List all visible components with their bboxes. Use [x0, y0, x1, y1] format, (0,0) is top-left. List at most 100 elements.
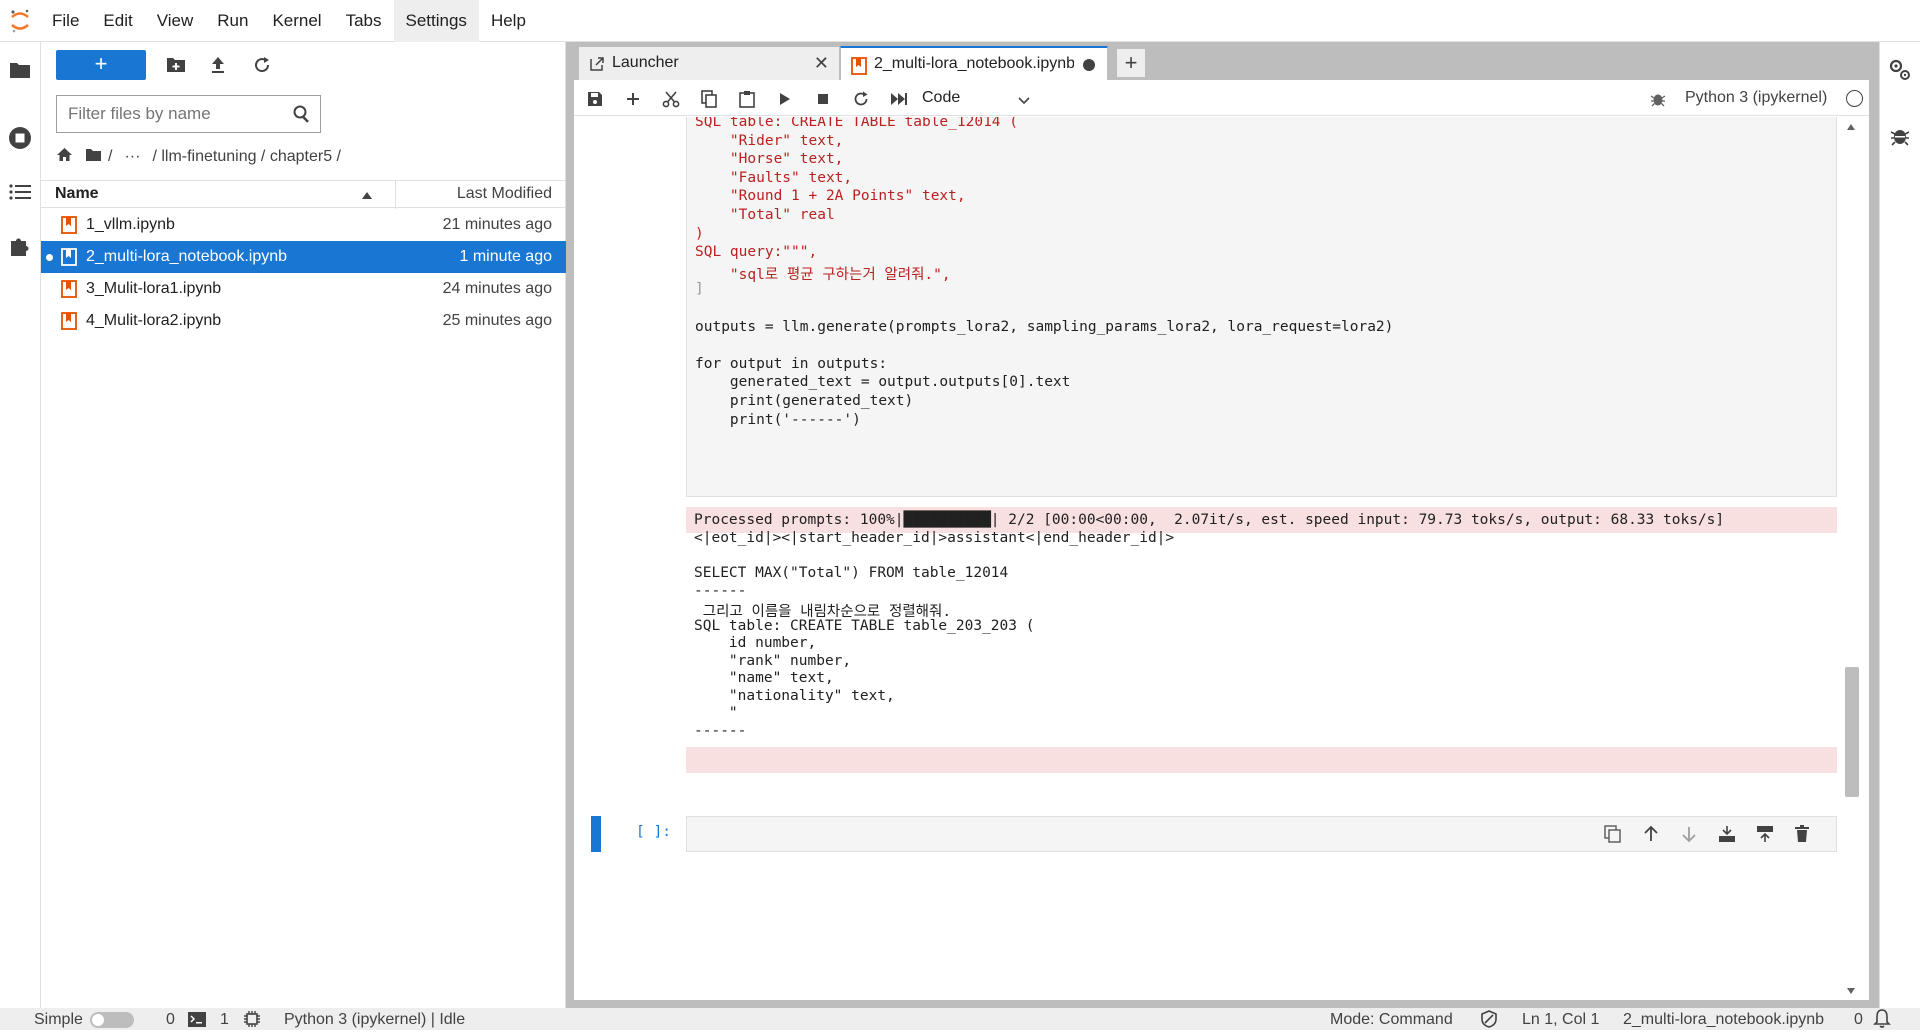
left-activity-bar — [0, 42, 41, 1008]
stderr-output-tail — [686, 747, 1837, 773]
code-cell-input[interactable]: SQL table: CREATE TABLE table_12014 ( "R… — [686, 117, 1837, 497]
debugger-icon[interactable] — [1890, 126, 1910, 151]
cursor-position[interactable]: Ln 1, Col 1 — [1522, 1011, 1599, 1029]
output-line: id number, — [694, 635, 817, 651]
fast-forward-icon[interactable] — [888, 88, 910, 110]
file-row[interactable]: 1_vllm.ipynb 21 minutes ago — [41, 209, 566, 241]
breadcrumb: / ··· / llm-finetuning / chapter5 / — [56, 142, 341, 172]
notebook-icon — [851, 57, 867, 75]
unsaved-dot-icon[interactable] — [1083, 59, 1095, 71]
file-name: 1_vllm.ipynb — [86, 216, 175, 233]
file-browser-toolbar: + — [41, 42, 566, 84]
cell-type-select[interactable]: Code — [922, 87, 1030, 111]
simple-mode-toggle[interactable] — [90, 1012, 134, 1028]
menu-edit[interactable]: Edit — [91, 0, 144, 42]
stop-icon[interactable] — [812, 88, 834, 110]
scroll-thumb[interactable] — [1845, 667, 1859, 797]
restart-icon[interactable] — [850, 88, 872, 110]
running-icon[interactable] — [6, 124, 34, 152]
filter-files-input[interactable] — [57, 96, 287, 132]
sort-up-icon[interactable] — [361, 188, 373, 200]
file-row[interactable]: 4_Mulit-lora2.ipynb 25 minutes ago — [41, 305, 566, 337]
new-launcher-button[interactable]: + — [56, 50, 146, 80]
upload-icon[interactable] — [205, 52, 231, 78]
delete-cell-icon[interactable] — [1794, 825, 1814, 845]
insert-below-icon[interactable] — [1756, 825, 1776, 845]
terminal-icon — [188, 1012, 206, 1032]
menu-tabs[interactable]: Tabs — [334, 0, 394, 42]
code-line: ] — [695, 281, 704, 298]
notebook-icon — [61, 248, 77, 266]
search-icon — [292, 104, 312, 124]
column-divider[interactable] — [395, 181, 396, 209]
notebook-panel: Code Python 3 (ipykernel) SQL table: CRE… — [574, 80, 1869, 1000]
menu-file[interactable]: File — [40, 0, 91, 42]
breadcrumb-ellipsis[interactable]: ··· — [124, 148, 140, 166]
code-line: SQL table: CREATE TABLE table_12014 ( — [695, 117, 1019, 130]
running-indicator — [46, 254, 53, 261]
file-name: 3_Mulit-lora1.ipynb — [86, 280, 222, 297]
column-name[interactable]: Name — [55, 185, 99, 203]
scroll-up-icon[interactable] — [1846, 123, 1856, 131]
folder-icon[interactable] — [6, 56, 34, 84]
add-tab-button[interactable]: + — [1116, 48, 1146, 78]
output-line: SELECT MAX("Total") FROM table_12014 — [694, 565, 1009, 581]
breadcrumb-path[interactable]: / llm-finetuning / chapter5 / — [152, 148, 341, 166]
file-list-header: Name Last Modified — [41, 180, 566, 209]
menu-help[interactable]: Help — [479, 0, 538, 42]
refresh-icon[interactable] — [249, 52, 275, 78]
bell-icon[interactable] — [1873, 1009, 1891, 1033]
file-row[interactable]: 2_multi-lora_notebook.ipynb 1 minute ago — [41, 241, 566, 273]
toc-icon[interactable] — [6, 178, 34, 206]
file-modified: 25 minutes ago — [442, 312, 552, 329]
terminal-count[interactable]: 0 — [166, 1011, 175, 1029]
kernel-count[interactable]: 1 — [220, 1011, 229, 1029]
duplicate-cell-icon[interactable] — [1604, 825, 1624, 845]
jupyter-logo-icon — [0, 0, 40, 42]
code-line: "Rider" text, — [695, 132, 844, 149]
menu-view[interactable]: View — [145, 0, 206, 42]
insert-above-icon[interactable] — [1718, 825, 1738, 845]
column-last-modified[interactable]: Last Modified — [457, 185, 552, 203]
move-down-icon[interactable] — [1680, 825, 1700, 845]
cut-icon[interactable] — [660, 88, 682, 110]
notebook-icon — [61, 216, 77, 234]
kernel-name[interactable]: Python 3 (ipykernel) — [1685, 89, 1827, 107]
code-line: "Horse" text, — [695, 151, 844, 168]
file-modified: 24 minutes ago — [442, 280, 552, 297]
move-up-icon[interactable] — [1642, 825, 1662, 845]
debugger-icon[interactable] — [1647, 88, 1669, 110]
insert-cell-icon[interactable] — [622, 88, 644, 110]
run-icon[interactable] — [774, 88, 796, 110]
tab-bar: Launcher ✕ 2_multi-lora_notebook.ipynb + — [572, 42, 1879, 80]
breadcrumb-folder-icon[interactable] — [85, 148, 102, 167]
file-name: 2_multi-lora_notebook.ipynb — [86, 248, 288, 265]
tab-notebook[interactable]: 2_multi-lora_notebook.ipynb — [840, 46, 1108, 80]
scroll-down-icon[interactable] — [1846, 987, 1856, 995]
menu-run[interactable]: Run — [205, 0, 260, 42]
extension-icon[interactable] — [6, 232, 34, 260]
status-bar: Simple 0 1 Python 3 (ipykernel) | Idle M… — [0, 1008, 1920, 1030]
notification-count[interactable]: 0 — [1854, 1011, 1863, 1029]
launcher-icon — [589, 56, 605, 72]
file-browser: + / ··· / llm-finetuning / chapter5 / Na… — [41, 42, 566, 1008]
kernel-status-text[interactable]: Python 3 (ipykernel) | Idle — [284, 1011, 465, 1029]
home-icon[interactable] — [56, 147, 73, 167]
paste-icon[interactable] — [736, 88, 758, 110]
notebook-scrollbar[interactable] — [1841, 117, 1859, 1000]
file-row[interactable]: 3_Mulit-lora1.ipynb 24 minutes ago — [41, 273, 566, 305]
copy-icon[interactable] — [698, 88, 720, 110]
menu-settings[interactable]: Settings — [393, 0, 479, 42]
mode-indicator: Mode: Command — [1330, 1011, 1453, 1028]
menu-kernel[interactable]: Kernel — [260, 0, 333, 42]
tab-launcher[interactable]: Launcher ✕ — [578, 46, 840, 80]
cell-prompt: [ ]: — [636, 824, 671, 840]
empty-code-cell[interactable] — [686, 816, 1837, 852]
output-line: " — [694, 705, 738, 721]
breadcrumb-root[interactable]: / — [108, 148, 112, 166]
code-line: print('------') — [695, 411, 861, 428]
property-inspector-icon[interactable] — [1888, 58, 1912, 87]
new-folder-icon[interactable] — [163, 52, 189, 78]
close-icon[interactable]: ✕ — [814, 53, 829, 74]
save-icon[interactable] — [584, 88, 606, 110]
